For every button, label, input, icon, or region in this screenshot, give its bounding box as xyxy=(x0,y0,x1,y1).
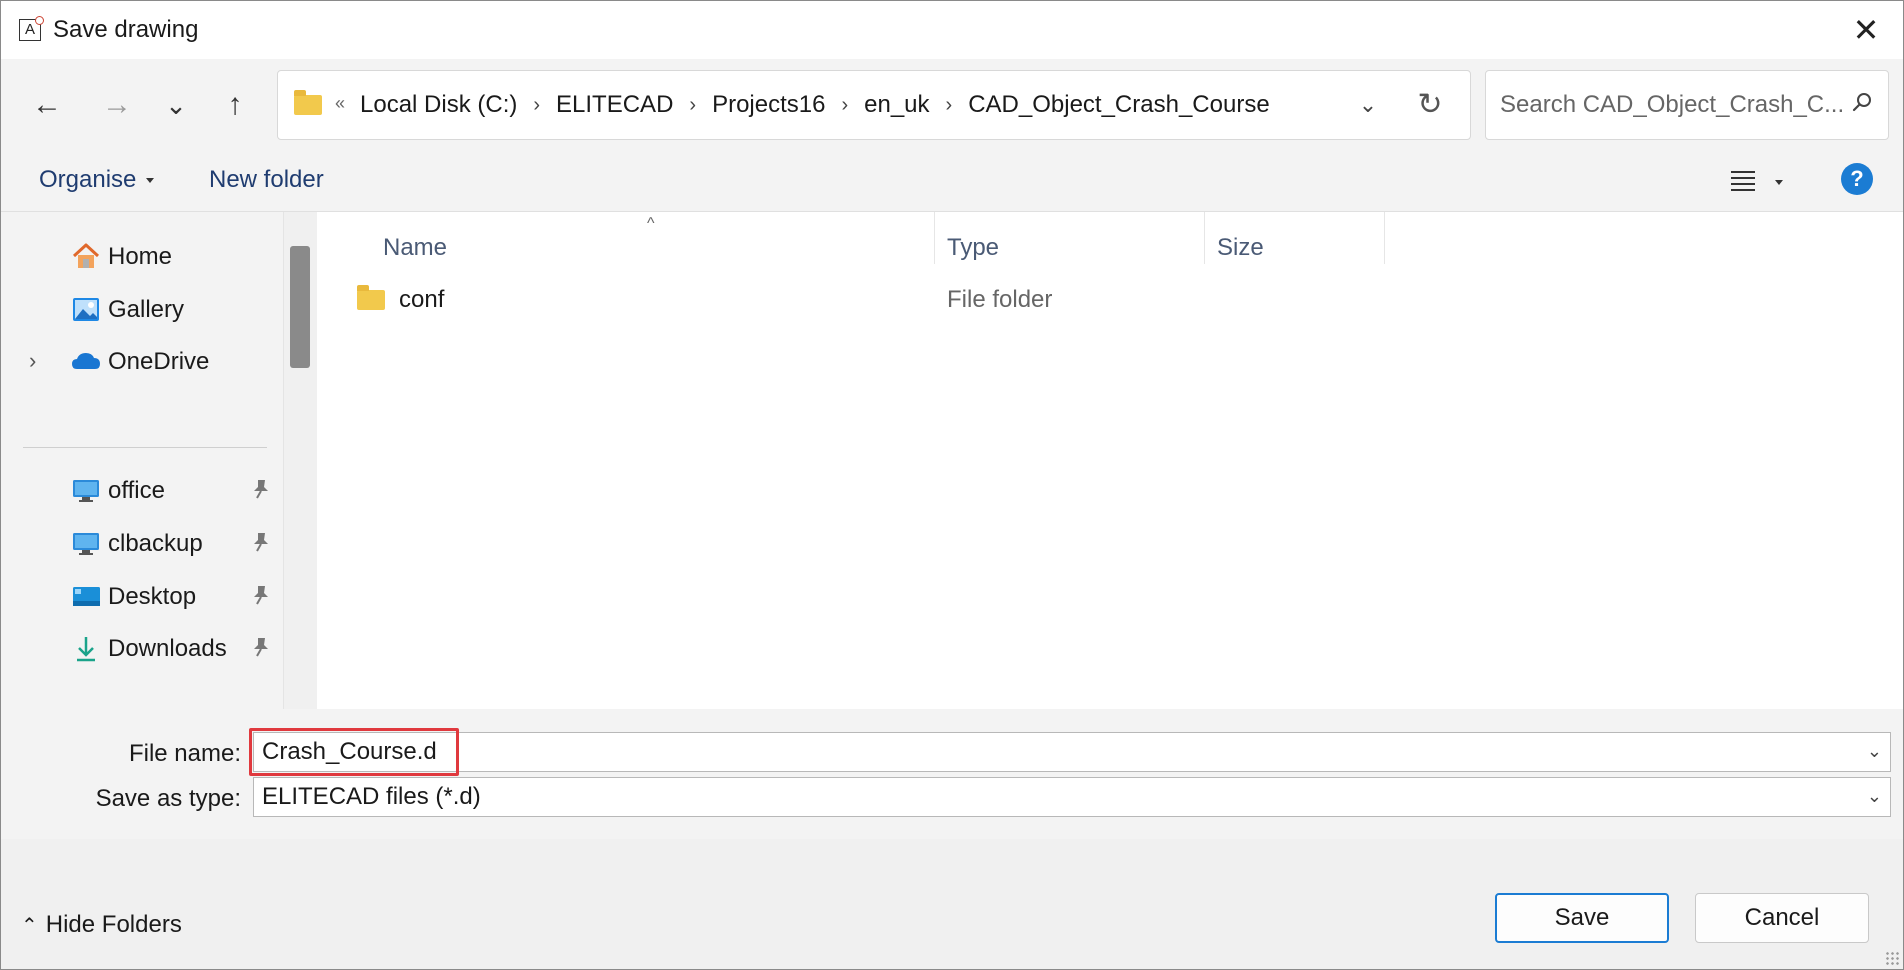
sidebar-item-label: clbackup xyxy=(108,530,203,557)
column-header-type[interactable]: Type xyxy=(947,222,999,274)
sidebar-item-label: Home xyxy=(108,243,173,270)
chevron-down-icon[interactable]: ⌄ xyxy=(1867,741,1882,762)
column-header-size[interactable]: Size xyxy=(1217,222,1264,274)
breadcrumb-elitecad[interactable]: ELITECAD xyxy=(556,91,673,119)
chevron-down-icon[interactable]: ⌄ xyxy=(1346,83,1390,127)
forward-button[interactable]: → xyxy=(95,83,139,127)
sidebar-item-gallery[interactable]: Gallery xyxy=(1,289,281,329)
search-icon[interactable] xyxy=(1852,92,1872,112)
sidebar-item-office[interactable]: office xyxy=(1,470,281,510)
column-divider[interactable] xyxy=(1384,212,1385,264)
chevron-down-icon[interactable]: ⌄ xyxy=(1867,786,1882,807)
refresh-icon[interactable]: ↻ xyxy=(1408,83,1452,127)
sidebar-item-label: OneDrive xyxy=(108,348,210,375)
organise-label: Organise xyxy=(39,166,137,193)
search-input[interactable]: Search CAD_Object_Crash_C... xyxy=(1500,91,1844,119)
file-list: ^ Name Type Size conf File folder xyxy=(317,212,1903,709)
search-box[interactable]: Search CAD_Object_Crash_C... xyxy=(1485,70,1889,140)
breadcrumb-separator-icon[interactable]: › xyxy=(841,94,848,117)
command-bar: Organise New folder ? xyxy=(1,151,1903,212)
list-view-icon xyxy=(1731,171,1755,191)
cancel-button[interactable]: Cancel xyxy=(1695,893,1869,943)
window-title: Save drawing xyxy=(53,16,199,43)
hide-folders-button[interactable]: ⌃ Hide Folders xyxy=(21,911,182,939)
save-as-type-select[interactable]: ELITECAD files (*.d) ⌄ xyxy=(253,777,1891,817)
save-as-type-label: Save as type: xyxy=(95,785,241,812)
address-bar[interactable]: « Local Disk (C:) › ELITECAD › Projects1… xyxy=(277,70,1471,140)
navigation-bar: ← → ⌄ ↑ « Local Disk (C:) › ELITECAD › P… xyxy=(1,59,1903,151)
file-name: conf xyxy=(399,286,445,313)
caret-down-icon xyxy=(146,178,155,184)
column-header-name[interactable]: Name xyxy=(383,222,447,274)
folder-icon xyxy=(294,90,322,115)
file-type: File folder xyxy=(947,286,1053,313)
computer-icon xyxy=(73,480,99,502)
view-options-button[interactable] xyxy=(1727,166,1787,198)
caret-down-icon xyxy=(1775,180,1783,185)
recent-locations-button[interactable]: ⌄ xyxy=(154,83,198,127)
download-icon xyxy=(77,637,95,662)
breadcrumb-separator-icon[interactable]: › xyxy=(689,94,696,117)
sidebar-item-label: Downloads xyxy=(108,635,227,662)
address-overflow-indicator[interactable]: « xyxy=(335,93,345,114)
breadcrumb-separator-icon[interactable]: › xyxy=(946,94,953,117)
column-divider[interactable] xyxy=(934,212,935,264)
up-button[interactable]: ↑ xyxy=(213,83,257,127)
computer-icon xyxy=(73,533,99,555)
sort-ascending-icon: ^ xyxy=(647,215,655,232)
column-divider[interactable] xyxy=(1204,212,1205,264)
elitecad-app-icon: A xyxy=(19,16,44,41)
chevron-right-icon[interactable]: › xyxy=(29,348,36,374)
pin-icon[interactable] xyxy=(251,636,271,658)
list-item[interactable]: conf File folder xyxy=(357,282,1857,322)
sidebar-item-label: Gallery xyxy=(108,296,185,323)
pin-icon[interactable] xyxy=(251,531,271,553)
breadcrumb-local-disk[interactable]: Local Disk (C:) xyxy=(360,91,517,119)
help-icon[interactable]: ? xyxy=(1841,163,1873,195)
sidebar-scrollbar[interactable] xyxy=(283,212,318,709)
close-button[interactable]: ✕ xyxy=(1843,7,1889,53)
gallery-icon xyxy=(73,298,99,321)
save-button[interactable]: Save xyxy=(1495,893,1669,943)
sidebar-item-home[interactable]: Home xyxy=(1,236,281,276)
back-button[interactable]: ← xyxy=(25,83,69,127)
sidebar-item-onedrive[interactable]: › OneDrive xyxy=(1,341,281,381)
breadcrumb-projects16[interactable]: Projects16 xyxy=(712,91,825,119)
pin-icon[interactable] xyxy=(251,478,271,500)
onedrive-icon xyxy=(72,353,100,369)
new-folder-button[interactable]: New folder xyxy=(209,166,324,194)
dialog-footer: ⌃ Hide Folders Save Cancel xyxy=(1,839,1903,969)
pin-icon[interactable] xyxy=(251,584,271,606)
breadcrumb-crash-course[interactable]: CAD_Object_Crash_Course xyxy=(968,91,1269,119)
sidebar-item-downloads[interactable]: Downloads xyxy=(1,628,281,668)
sidebar-divider xyxy=(23,447,267,448)
folder-icon xyxy=(357,285,385,310)
title-bar: A Save drawing ✕ xyxy=(1,1,1903,59)
annotation-highlight-box xyxy=(249,728,459,776)
breadcrumb: Local Disk (C:) › ELITECAD › Projects16 … xyxy=(360,71,1270,139)
sidebar-item-clbackup[interactable]: clbackup xyxy=(1,523,281,563)
sidebar-item-label: office xyxy=(108,477,165,504)
hide-folders-label: Hide Folders xyxy=(45,911,182,938)
sidebar-item-desktop[interactable]: Desktop xyxy=(1,576,281,616)
home-icon xyxy=(72,243,100,268)
file-name-label: File name: xyxy=(128,740,241,767)
navigation-pane: Home Gallery › OneDrive office clbackup … xyxy=(1,212,283,709)
organise-button[interactable]: Organise xyxy=(39,166,155,194)
save-drawing-dialog: A Save drawing ✕ ← → ⌄ ↑ « Local Disk (C… xyxy=(0,0,1904,970)
scrollbar-thumb[interactable] xyxy=(290,246,310,368)
chevron-up-icon: ⌃ xyxy=(21,915,38,937)
sidebar-item-label: Desktop xyxy=(108,583,197,610)
save-as-type-value: ELITECAD files (*.d) xyxy=(262,783,481,810)
resize-grip[interactable] xyxy=(1885,951,1899,965)
app-icon-letter: A xyxy=(24,21,35,38)
desktop-icon xyxy=(73,587,100,606)
breadcrumb-separator-icon[interactable]: › xyxy=(533,94,540,117)
app-icon-badge xyxy=(35,16,44,25)
breadcrumb-en-uk[interactable]: en_uk xyxy=(864,91,929,119)
file-name-field[interactable]: Crash_Course.d ⌄ xyxy=(253,732,1891,772)
